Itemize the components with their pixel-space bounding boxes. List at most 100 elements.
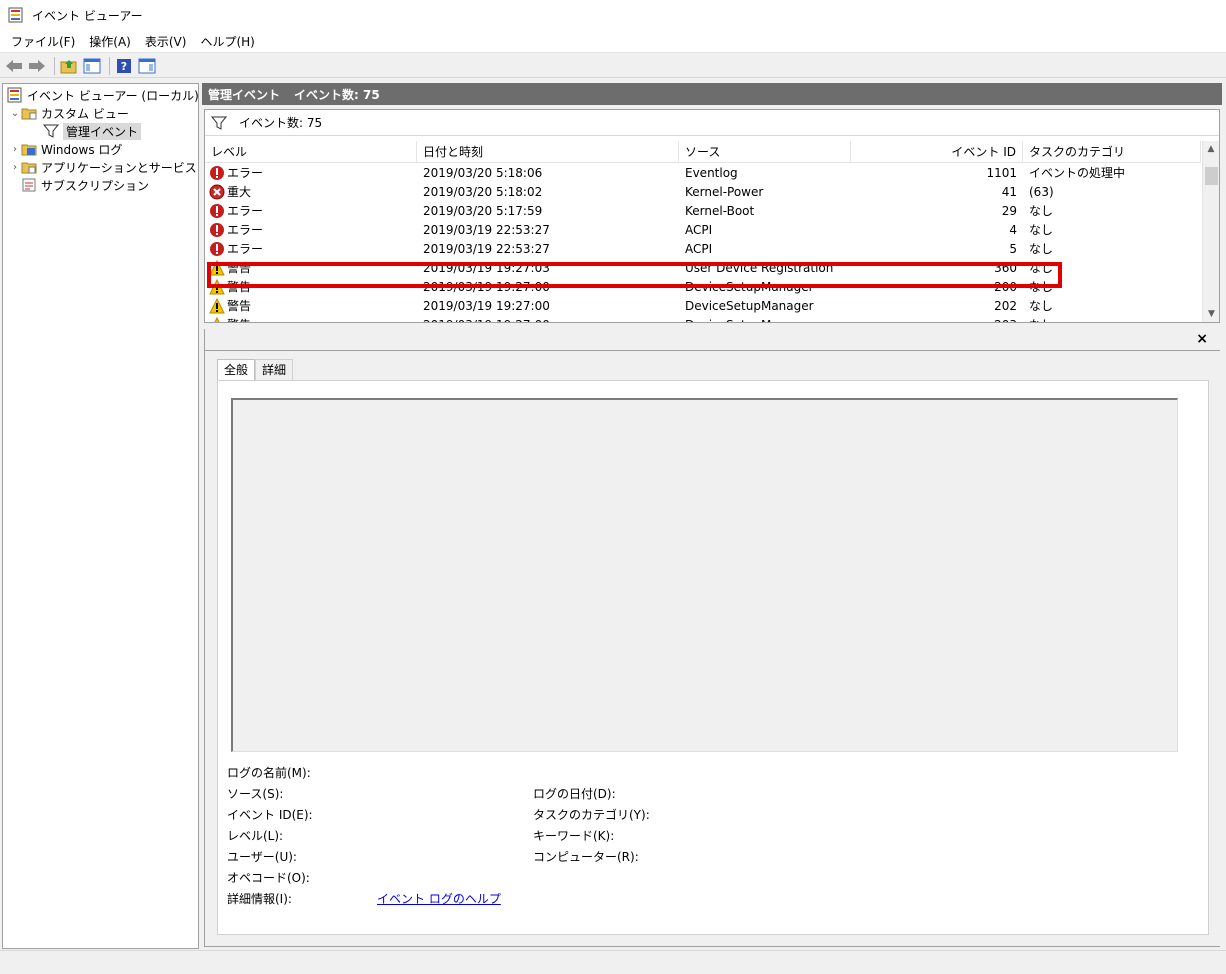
error-icon xyxy=(209,203,225,219)
cell-source: Kernel-Power xyxy=(685,184,764,199)
cell-date: 2019/03/19 22:53:27 xyxy=(423,241,550,256)
cell-date: 2019/03/19 19:27:00 xyxy=(423,298,550,313)
table-row[interactable]: 警告2019/03/19 19:27:00DeviceSetupManager2… xyxy=(205,315,1201,322)
column-header-source[interactable]: ソース xyxy=(679,141,851,163)
event-list: イベント数: 75 レベル 日付と時刻 ソース イベント ID タスクのカテゴリ… xyxy=(204,109,1220,323)
folder-up-icon xyxy=(60,59,77,73)
cell-category: なし xyxy=(1029,280,1054,294)
table-row[interactable]: エラー 2019/03/20 5:17:59 Kernel-Boot 29 なし xyxy=(205,201,1201,220)
detail-tabs: 全般 詳細 xyxy=(217,359,294,381)
warning-icon xyxy=(209,259,225,276)
log-folder-icon xyxy=(21,141,37,157)
tree-item-subscriptions[interactable]: サブスクリプション xyxy=(21,176,149,194)
field-event-id: イベント ID(E): xyxy=(227,808,313,822)
cell-level-text: エラー xyxy=(227,223,264,237)
help-button[interactable]: ? xyxy=(114,56,134,76)
folder-icon xyxy=(21,105,37,121)
help-link[interactable]: イベント ログのヘルプ xyxy=(377,890,501,907)
table-row[interactable]: 警告 2019/03/19 19:27:03 User Device Registr… xyxy=(205,258,1201,277)
tree-item-windows-logs[interactable]: › Windows ログ xyxy=(9,140,122,158)
warning-icon xyxy=(209,297,225,314)
cell-level: エラー xyxy=(205,221,417,238)
show-action-pane-button[interactable] xyxy=(137,56,157,76)
toolbar-separator xyxy=(54,56,55,75)
error-icon xyxy=(209,165,225,181)
cell-event-id: 4 xyxy=(1009,222,1017,237)
chevron-right-icon[interactable]: › xyxy=(9,144,21,155)
tab-general[interactable]: 全般 xyxy=(217,359,256,381)
pane-title: 管理イベント xyxy=(208,87,281,102)
cell-source: DeviceSetupManager xyxy=(685,298,814,313)
column-header-event-id[interactable]: イベント ID xyxy=(851,141,1023,163)
table-row[interactable]: 警告2019/03/19 19:27:00DeviceSetupManager2… xyxy=(205,296,1201,315)
console-tree-icon xyxy=(83,58,101,73)
show-hide-tree-button[interactable] xyxy=(82,56,102,76)
cell-source: DeviceSetupManager xyxy=(685,279,814,294)
scrollbar-thumb[interactable] xyxy=(1205,167,1218,185)
table-row[interactable]: エラー 2019/03/19 22:53:27 ACPI 5 なし xyxy=(205,239,1201,258)
table-row[interactable]: 警告2019/03/19 19:27:00DeviceSetupManager2… xyxy=(205,277,1201,296)
tab-details[interactable]: 詳細 xyxy=(255,359,294,380)
subscription-icon xyxy=(21,177,37,193)
up-folder-button[interactable] xyxy=(59,56,79,76)
warning-icon xyxy=(209,316,225,322)
field-task-category: タスクのカテゴリ(Y): xyxy=(533,808,650,822)
menu-file[interactable]: ファイル(F) xyxy=(4,32,82,52)
cell-event-id: 29 xyxy=(1001,203,1017,218)
column-header-date[interactable]: 日付と時刻 xyxy=(417,141,679,163)
cell-source: Kernel-Boot xyxy=(685,203,755,218)
chevron-down-icon[interactable]: ⌄ xyxy=(9,108,21,119)
cell-category: なし xyxy=(1023,316,1201,322)
field-user: ユーザー(U): xyxy=(227,850,297,864)
cell-level: 警告 xyxy=(205,278,417,295)
tree-item-admin-events[interactable]: 管理イベント xyxy=(42,122,142,140)
column-header-level[interactable]: レベル xyxy=(205,141,417,163)
warning-icon xyxy=(209,278,225,295)
menu-action[interactable]: 操作(A) xyxy=(82,32,138,52)
filter-event-count: イベント数: 75 xyxy=(239,116,323,130)
cell-level: エラー xyxy=(205,240,417,257)
toolbar-separator xyxy=(109,56,110,75)
close-icon[interactable]: × xyxy=(1196,331,1208,347)
column-header-row: レベル 日付と時刻 ソース イベント ID タスクのカテゴリ xyxy=(205,141,1201,163)
tree-item-label: サブスクリプション xyxy=(41,178,150,193)
column-header-category[interactable]: タスクのカテゴリ xyxy=(1023,141,1201,163)
chevron-right-icon[interactable]: › xyxy=(9,162,21,173)
cell-category: なし xyxy=(1029,223,1054,237)
toolbar: ? xyxy=(0,54,1226,78)
tree-item-app-service-logs[interactable]: › アプリケーションとサービス ログ xyxy=(9,158,225,176)
chevron-down-icon[interactable]: ▼ xyxy=(1203,306,1219,322)
cell-event-id: 5 xyxy=(1009,241,1017,256)
table-row[interactable]: エラー 2019/03/19 22:53:27 ACPI 4 なし xyxy=(205,220,1201,239)
cell-source: ACPI xyxy=(685,222,713,237)
svg-text:?: ? xyxy=(121,60,127,73)
cell-level-text: 重大 xyxy=(227,185,252,199)
table-row[interactable]: エラー 2019/03/20 5:18:06 Eventlog 1101 イベントの処理… xyxy=(205,163,1201,182)
field-level: レベル(L): xyxy=(227,829,284,843)
vertical-scrollbar[interactable]: ▲ ▼ xyxy=(1202,141,1219,322)
tree-item-root[interactable]: イベント ビューアー (ローカル) xyxy=(7,86,199,104)
menu-view[interactable]: 表示(V) xyxy=(138,32,194,52)
tree-item-custom-views[interactable]: ⌄ カスタム ビュー xyxy=(9,104,129,122)
cell-date: 2019/03/20 5:18:06 xyxy=(423,165,543,180)
cell-source: User Device Registration xyxy=(685,260,834,275)
filter-icon xyxy=(210,116,228,130)
cell-event-id: 41 xyxy=(1001,184,1017,199)
cell-event-id: 1101 xyxy=(986,165,1017,180)
cell-category: なし xyxy=(1029,299,1054,313)
forward-button[interactable] xyxy=(27,56,47,76)
action-pane-icon xyxy=(138,58,156,73)
filter-icon xyxy=(42,123,60,139)
cell-source: ACPI xyxy=(685,241,713,256)
cell-level: 警告 xyxy=(205,316,417,322)
table-row[interactable]: 重大 2019/03/20 5:18:02 Kernel-Power 41 (63) xyxy=(205,182,1201,201)
menu-bar: ファイル(F) 操作(A) 表示(V) ヘルプ(H) xyxy=(0,31,1226,53)
menu-help[interactable]: ヘルプ(H) xyxy=(193,32,261,52)
arrow-left-icon xyxy=(6,59,22,72)
back-button[interactable] xyxy=(4,56,24,76)
cell-date: 2019/03/19 19:27:00 xyxy=(423,279,550,294)
field-computer: コンピューター(R): xyxy=(533,850,639,864)
field-source: ソース(S): xyxy=(227,787,284,801)
event-description-box[interactable] xyxy=(231,398,1178,752)
chevron-up-icon[interactable]: ▲ xyxy=(1203,141,1219,158)
